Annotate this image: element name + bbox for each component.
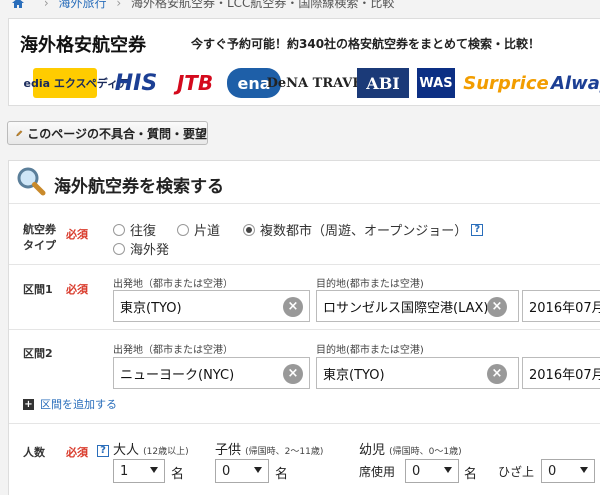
child-count-value: 0 [222,463,231,479]
radio-one-way[interactable]: 片道 [177,220,220,239]
unit-label: 名 [464,467,478,482]
destination-label: 目的地(都市または空港) [316,279,424,290]
partner-logos: Expedia エクスペディア HIS JTB ena DeNA TRAVEL … [23,65,600,101]
adult-note: (12歳以上) [143,447,189,457]
was-logo[interactable]: WAS [417,68,455,98]
radio-label: 複数都市（周遊、オープンジョー） [260,224,468,239]
infant-seat-value: 0 [412,463,421,479]
chevron-down-icon [444,467,452,473]
infant-seat-label: 席使用 [359,465,396,479]
origin-value: 東京(TYO) [120,300,182,316]
help-icon[interactable]: ? [471,223,484,236]
destination-value: ロサンゼルス国際空港(LAX) [323,300,489,316]
origin-label: 出発地（都市または空港） [113,345,233,356]
ticket-type-label: 航空券 タイプ [23,221,56,253]
segment-2-label: 区間2 [23,347,53,360]
ticket-type-label-line1: 航空券 [23,223,56,236]
radio-round-trip[interactable]: 往復 [113,220,156,239]
required-badge: 必須 [66,228,88,241]
radio-circle [177,223,189,236]
chevron-down-icon [580,467,588,473]
home-icon[interactable] [12,0,24,8]
infant-note: (帰国時、0〜1歳) [389,447,462,457]
radio-label: 片道 [194,224,221,239]
add-segment-label: 区間を追加する [40,398,117,411]
breadcrumb-separator: › [43,0,49,10]
expedia-logo[interactable]: Expedia エクスペディア [23,68,129,98]
breadcrumb: › 海外旅行 › 海外格安航空券・LCC航空券・国際線検索・比較 [0,0,600,10]
child-count-select[interactable]: 0 [215,459,269,483]
origin-input[interactable]: ニューヨーク(NYC) [113,357,310,389]
divider [9,329,600,330]
date-input[interactable]: 2016年07月0 [522,290,600,322]
destination-value: 東京(TYO) [323,367,385,383]
radio-from-overseas[interactable]: 海外発 [113,239,169,258]
infant-label-text: 幼児 [359,443,386,458]
segment-1-label: 区間1 [23,283,53,296]
plus-icon: + [23,398,34,410]
infant-label: 幼児 (帰国時、0〜1歳) [359,439,462,458]
clear-icon[interactable]: × [487,364,507,384]
page-header: 海外格安航空券 今すぐ予約可能！約340社の格安航空券をまとめて検索・比較！ E… [8,18,600,106]
feedback-label: このページの不具合・質問・要望 [27,126,207,141]
search-panel-header: 海外航空券を検索する [9,161,600,204]
breadcrumb-link-overseas[interactable]: 海外旅行 [58,0,106,10]
dena-travel-logo[interactable]: DeNA TRAVEL [267,65,372,101]
date-input[interactable]: 2016年07月 [522,357,600,389]
search-icon [17,167,46,196]
divider [9,423,600,424]
add-segment-link[interactable]: + 区間を追加する [23,396,117,412]
clear-icon[interactable]: × [283,364,303,384]
divider [9,264,600,265]
date-value: 2016年07月0 [529,300,600,316]
surprice-logo[interactable]: Surprice [463,65,549,101]
infant-lap-select[interactable]: 0 [541,459,595,483]
search-panel: 海外航空券を検索する 航空券 タイプ 必須 往復 片道 複数都市（周遊、オープン… [8,160,600,495]
adult-label-text: 大人 [113,443,140,458]
child-note: (帰国時、2〜11歳) [245,447,324,457]
search-panel-title: 海外航空券を検索する [54,177,224,197]
passengers-label: 人数 [23,446,45,459]
adult-count-select[interactable]: 1 [113,459,165,483]
child-label-text: 子供 [215,443,242,458]
radio-circle [113,223,125,236]
unit-label: 名 [171,467,185,482]
date-value: 2016年07月 [529,367,600,383]
chevron-down-icon [150,467,158,473]
radio-circle [113,242,125,255]
adult-count-value: 1 [120,463,129,479]
required-badge: 必須 [66,446,88,459]
destination-label: 目的地(都市または空港) [316,345,424,356]
always-logo[interactable]: Always [551,65,600,101]
jtb-logo[interactable]: JTB [171,65,219,101]
unit-label: 名 [275,467,289,482]
page-title: 海外格安航空券 [20,35,146,56]
breadcrumb-separator: › [116,0,122,10]
breadcrumb-current: 海外格安航空券・LCC航空券・国際線検索・比較 [130,0,395,10]
infant-lap-value: 0 [548,463,557,479]
radio-circle-checked [243,223,255,236]
infant-lap-label: ひざ上 [498,465,535,479]
feedback-button[interactable]: このページの不具合・質問・要望 [7,121,208,145]
radio-multi-city[interactable]: 複数都市（周遊、オープンジョー） ? [243,220,484,239]
infant-seat-select[interactable]: 0 [405,459,459,483]
clear-icon[interactable]: × [487,297,507,317]
help-icon[interactable]: ? [97,445,109,457]
page-subtitle: 今すぐ予約可能！約340社の格安航空券をまとめて検索・比較！ [191,37,541,51]
origin-input[interactable]: 東京(TYO) [113,290,310,322]
required-badge: 必須 [66,283,88,296]
his-logo[interactable]: HIS [105,65,167,101]
chevron-down-icon [254,467,262,473]
radio-label: 海外発 [130,243,170,258]
origin-value: ニューヨーク(NYC) [120,367,235,383]
adult-label: 大人 (12歳以上) [113,439,189,458]
abi-logo[interactable]: ABI [357,68,409,98]
clear-icon[interactable]: × [283,297,303,317]
child-label: 子供 (帰国時、2〜11歳) [215,439,323,458]
radio-label: 往復 [130,224,157,239]
pencil-icon [16,130,23,137]
ticket-type-label-line2: タイプ [23,239,56,252]
origin-label: 出発地（都市または空港） [113,279,233,290]
